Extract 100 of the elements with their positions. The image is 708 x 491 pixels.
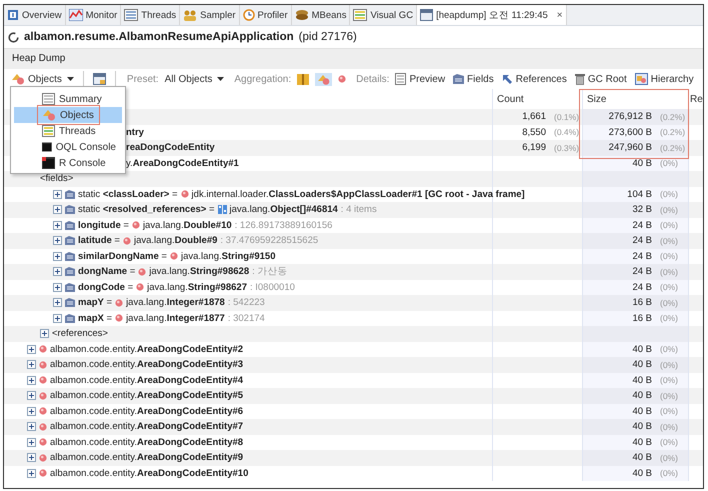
size-percent: (0%) bbox=[660, 452, 679, 463]
expand-icon[interactable] bbox=[53, 190, 62, 199]
expand-icon[interactable] bbox=[53, 236, 62, 246]
expand-icon[interactable] bbox=[53, 298, 62, 308]
instance-name: albamon.code.entity.AreaDongCodeEntity#9 bbox=[50, 452, 244, 464]
window-icon bbox=[92, 73, 106, 85]
field-value: : 가산동 bbox=[252, 265, 288, 278]
size-value: 40 B bbox=[632, 436, 652, 448]
details-button[interactable]: Hierarchy bbox=[632, 72, 696, 86]
tab[interactable]: Monitor bbox=[66, 5, 122, 25]
array-icon bbox=[218, 205, 227, 214]
dot-icon bbox=[122, 236, 131, 245]
menu-item[interactable]: R Console bbox=[14, 155, 122, 171]
field-reference: java.lang.Double#9 bbox=[134, 235, 218, 246]
size-value: 32 B bbox=[632, 204, 652, 216]
field-reference: java.lang.Double#10 bbox=[142, 220, 232, 231]
menu-item[interactable]: Objects bbox=[14, 107, 122, 123]
instance-name: albamon.code.entity.AreaDongCodeEntity#4 bbox=[50, 374, 244, 386]
size-percent: (0%) bbox=[660, 236, 679, 246]
shapes-icon bbox=[42, 109, 56, 121]
aggregation-toggle[interactable] bbox=[315, 72, 332, 86]
expand-icon[interactable] bbox=[53, 205, 62, 214]
tab[interactable]: Visual GC bbox=[350, 5, 418, 25]
size-value: 24 B bbox=[632, 282, 652, 293]
size-value: 24 B bbox=[632, 235, 652, 246]
expand-icon[interactable] bbox=[53, 252, 62, 261]
instance-name: albamon.code.entity.AreaDongCodeEntity#3 bbox=[50, 359, 244, 370]
expand-icon[interactable] bbox=[27, 376, 36, 385]
instance-name: albamon.code.entity.AreaDongCodeEntity#6 bbox=[50, 406, 244, 417]
dot-icon bbox=[39, 360, 47, 369]
tab[interactable]: MBeans bbox=[292, 5, 350, 25]
expand-icon[interactable] bbox=[53, 314, 62, 323]
column-header[interactable]: Re bbox=[689, 89, 703, 109]
document-icon bbox=[395, 73, 406, 85]
spinner-icon bbox=[8, 32, 19, 42]
field-icon bbox=[65, 220, 75, 230]
expand-icon[interactable] bbox=[53, 220, 62, 230]
menu-item[interactable]: Threads bbox=[14, 123, 122, 139]
expand-icon[interactable] bbox=[27, 438, 36, 447]
count-value: 1,661 bbox=[522, 111, 546, 122]
terminal-icon bbox=[42, 141, 52, 153]
expand-icon[interactable] bbox=[53, 267, 62, 276]
size-value: 40 B bbox=[632, 452, 652, 464]
class-name: reaDongCodeEntity bbox=[126, 142, 215, 154]
dot-icon bbox=[39, 407, 47, 416]
size-percent: (0%) bbox=[660, 204, 679, 215]
tab[interactable]: Profiler bbox=[240, 5, 292, 25]
view-dropdown[interactable]: Objects bbox=[9, 72, 76, 86]
menu-item[interactable]: Summary bbox=[14, 91, 122, 107]
expand-icon[interactable] bbox=[27, 344, 36, 354]
class-name: ntry bbox=[126, 126, 144, 138]
size-value: 276,912 B bbox=[608, 111, 652, 122]
details-button[interactable]: GC Root bbox=[572, 72, 629, 86]
details-button[interactable]: References bbox=[500, 72, 569, 86]
shapes-icon bbox=[11, 73, 25, 85]
count-percent: (0.4%) bbox=[554, 127, 580, 138]
tab[interactable]: Sampler bbox=[180, 5, 240, 25]
process-id: (pid 27176) bbox=[298, 31, 357, 43]
size-percent: (0%) bbox=[660, 437, 679, 448]
details-button[interactable]: Fields bbox=[451, 72, 496, 86]
tab[interactable]: [heapdump] 오전 11:29:45 × bbox=[417, 5, 567, 25]
field-value: : 126.89173889160156 bbox=[234, 220, 332, 231]
application-title: albamon.resume.AlbamonResumeApiApplication bbox=[24, 31, 294, 43]
terminal-icon bbox=[42, 157, 55, 169]
size-percent: (0%) bbox=[660, 189, 679, 200]
field-icon bbox=[65, 282, 75, 292]
expand-icon[interactable] bbox=[27, 453, 36, 462]
expand-icon[interactable] bbox=[27, 468, 36, 478]
close-icon[interactable]: × bbox=[556, 10, 563, 20]
dot-icon bbox=[180, 190, 189, 198]
window-icon bbox=[420, 9, 434, 21]
preset-dropdown[interactable]: All Objects bbox=[162, 72, 226, 86]
field-declaration: dongName = bbox=[78, 266, 136, 278]
shapes-icon bbox=[317, 74, 330, 84]
field-declaration: dongCode = bbox=[78, 282, 134, 293]
field-icon bbox=[65, 298, 75, 308]
expand-icon[interactable] bbox=[27, 360, 36, 370]
dot-icon bbox=[39, 376, 47, 384]
field-value: : 302174 bbox=[228, 312, 265, 324]
expand-icon[interactable] bbox=[53, 282, 62, 292]
dot-icon bbox=[132, 221, 140, 230]
expand-icon[interactable] bbox=[27, 406, 36, 416]
size-value: 40 B bbox=[632, 344, 652, 355]
size-value: 24 B bbox=[632, 220, 652, 231]
aggregation-toggle[interactable] bbox=[336, 74, 348, 84]
dot-icon bbox=[115, 314, 124, 322]
details-button[interactable]: Preview bbox=[393, 72, 448, 86]
tab[interactable]: Threads bbox=[121, 5, 180, 25]
instance-name: albamon.code.entity.AreaDongCodeEntity#7 bbox=[50, 421, 244, 432]
tab[interactable]: Overview bbox=[4, 5, 66, 25]
expand-icon[interactable] bbox=[27, 391, 36, 400]
count-percent: (0.3%) bbox=[554, 142, 580, 153]
document-icon bbox=[42, 93, 55, 105]
size-value: 40 B bbox=[632, 421, 652, 432]
menu-item[interactable]: OQL Console bbox=[14, 139, 122, 155]
aggregation-toggle[interactable] bbox=[295, 72, 312, 86]
expand-icon[interactable] bbox=[27, 422, 36, 432]
snapshot-button[interactable] bbox=[90, 72, 108, 86]
expand-icon[interactable] bbox=[40, 329, 49, 338]
size-percent: (0%) bbox=[660, 251, 679, 262]
